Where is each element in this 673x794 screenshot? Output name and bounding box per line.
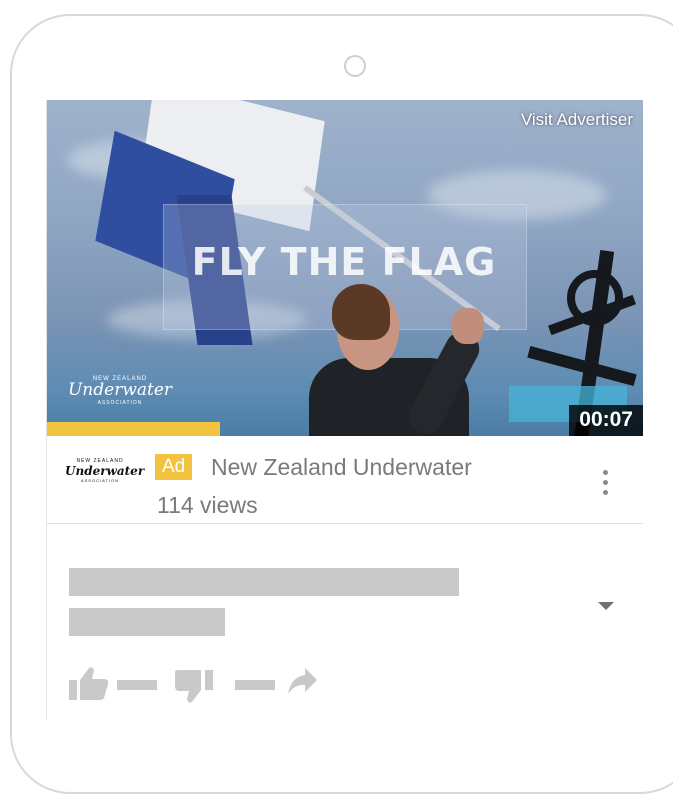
visit-advertiser-link[interactable]: Visit Advertiser	[521, 110, 633, 130]
like-count-placeholder	[117, 680, 157, 690]
thumb-up-icon[interactable]	[69, 666, 109, 702]
video-logo-bottom: ASSOCIATION	[97, 400, 143, 406]
person-hand	[452, 308, 484, 344]
video-player[interactable]: FLY THE FLAG NEW ZEALAND Underwater ASSO…	[47, 100, 643, 436]
camera-icon	[344, 55, 366, 77]
title-placeholder-line	[69, 608, 225, 636]
view-count: 114 views	[157, 492, 258, 518]
title-overlay: FLY THE FLAG	[191, 240, 497, 284]
phone-screen: FLY THE FLAG NEW ZEALAND Underwater ASSO…	[46, 100, 643, 720]
ad-info-row[interactable]: NEW ZEALAND Underwater ASSOCIATION Ad Ne…	[47, 436, 643, 524]
channel-logo-script: Underwater	[65, 464, 145, 478]
duration-badge: 00:07	[569, 405, 643, 436]
person-hair	[332, 284, 390, 340]
video-logo-script: Underwater	[67, 380, 173, 400]
thumb-down-icon[interactable]	[175, 668, 215, 704]
dislike-count-placeholder	[235, 680, 275, 690]
channel-name[interactable]: New Zealand Underwater	[211, 454, 472, 481]
ad-progress-bar	[47, 422, 220, 436]
more-vert-icon[interactable]	[596, 466, 616, 500]
share-arrow-icon[interactable]	[287, 668, 319, 696]
ad-badge: Ad	[155, 454, 193, 480]
video-logo: NEW ZEALAND Underwater ASSOCIATION	[65, 376, 175, 424]
channel-logo-bottom: ASSOCIATION	[80, 478, 120, 483]
title-placeholder-line	[69, 568, 459, 596]
caret-down-icon[interactable]	[598, 602, 614, 610]
channel-avatar[interactable]: NEW ZEALAND Underwater ASSOCIATION	[65, 458, 145, 492]
